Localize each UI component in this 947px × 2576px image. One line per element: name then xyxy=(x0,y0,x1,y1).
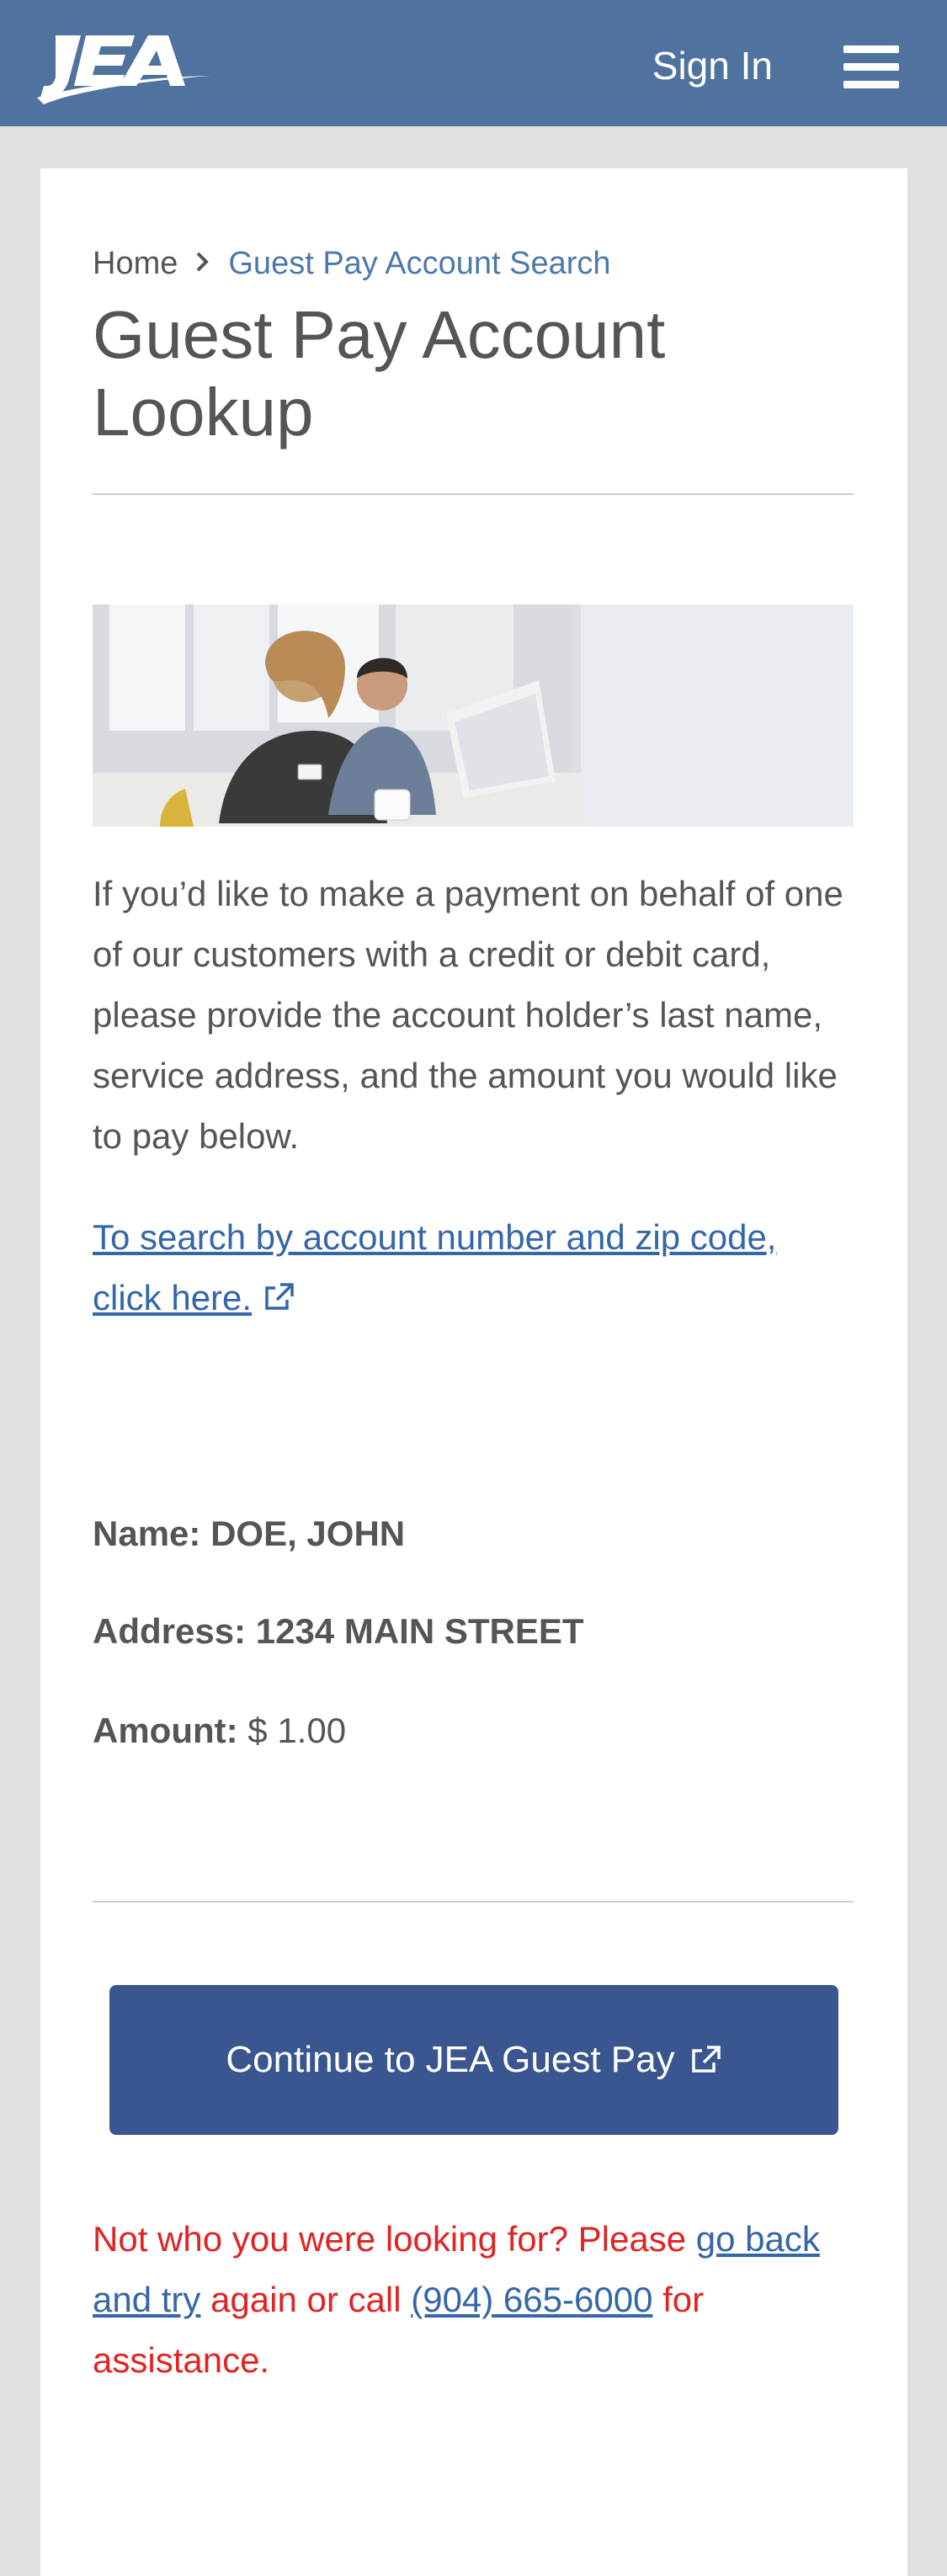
page-title: Guest Pay Account Lookup xyxy=(93,297,666,450)
search-link-label[interactable]: To search by account number and zip code… xyxy=(93,1217,776,1317)
account-name: Name: DOE, JOHN xyxy=(93,1510,405,1557)
notice-prefix: Not who you were looking for? Please xyxy=(93,2219,696,2259)
breadcrumb: Home Guest Pay Account Search xyxy=(93,242,611,285)
divider xyxy=(93,493,854,495)
menu-bar xyxy=(843,63,899,71)
phone-link[interactable]: (904) 665-6000 xyxy=(411,2280,652,2319)
account-address: Address: 1234 MAIN STREET xyxy=(93,1608,584,1655)
not-found-notice: Not who you were looking for? Please go … xyxy=(93,2209,854,2391)
continue-button-label: Continue to JEA Guest Pay xyxy=(226,2039,675,2080)
chevron-right-icon xyxy=(194,242,210,285)
amount-value: $ 1.00 xyxy=(247,1711,347,1750)
intro-text: If you’d like to make a payment on behal… xyxy=(93,874,843,1156)
notice-middle: again or call xyxy=(200,2280,412,2319)
hamburger-menu-icon[interactable] xyxy=(843,45,899,88)
name-label: Name: xyxy=(93,1514,201,1553)
external-link-icon xyxy=(265,1283,294,1310)
site-header: Sign In xyxy=(0,0,947,126)
external-link-icon xyxy=(691,2046,721,2073)
sign-in-link[interactable]: Sign In xyxy=(652,40,773,91)
divider xyxy=(93,1901,854,1903)
menu-bar xyxy=(843,45,899,53)
name-value: DOE, JOHN xyxy=(210,1514,406,1553)
breadcrumb-home-link[interactable]: Home xyxy=(93,242,178,285)
address-label: Address: xyxy=(93,1611,247,1651)
customers-at-laptop-photo xyxy=(93,604,854,827)
menu-bar xyxy=(843,81,899,88)
content-card: Home Guest Pay Account Search Guest Pay … xyxy=(40,168,907,2576)
account-amount: Amount: $ 1.00 xyxy=(93,1707,346,1754)
continue-to-guest-pay-button[interactable]: Continue to JEA Guest Pay xyxy=(109,1985,838,2135)
search-by-account-link[interactable]: To search by account number and zip code… xyxy=(93,1207,854,1328)
amount-label: Amount: xyxy=(93,1711,238,1750)
breadcrumb-current[interactable]: Guest Pay Account Search xyxy=(228,242,610,285)
jea-logo[interactable] xyxy=(37,34,210,104)
address-value: 1234 MAIN STREET xyxy=(255,1611,584,1651)
